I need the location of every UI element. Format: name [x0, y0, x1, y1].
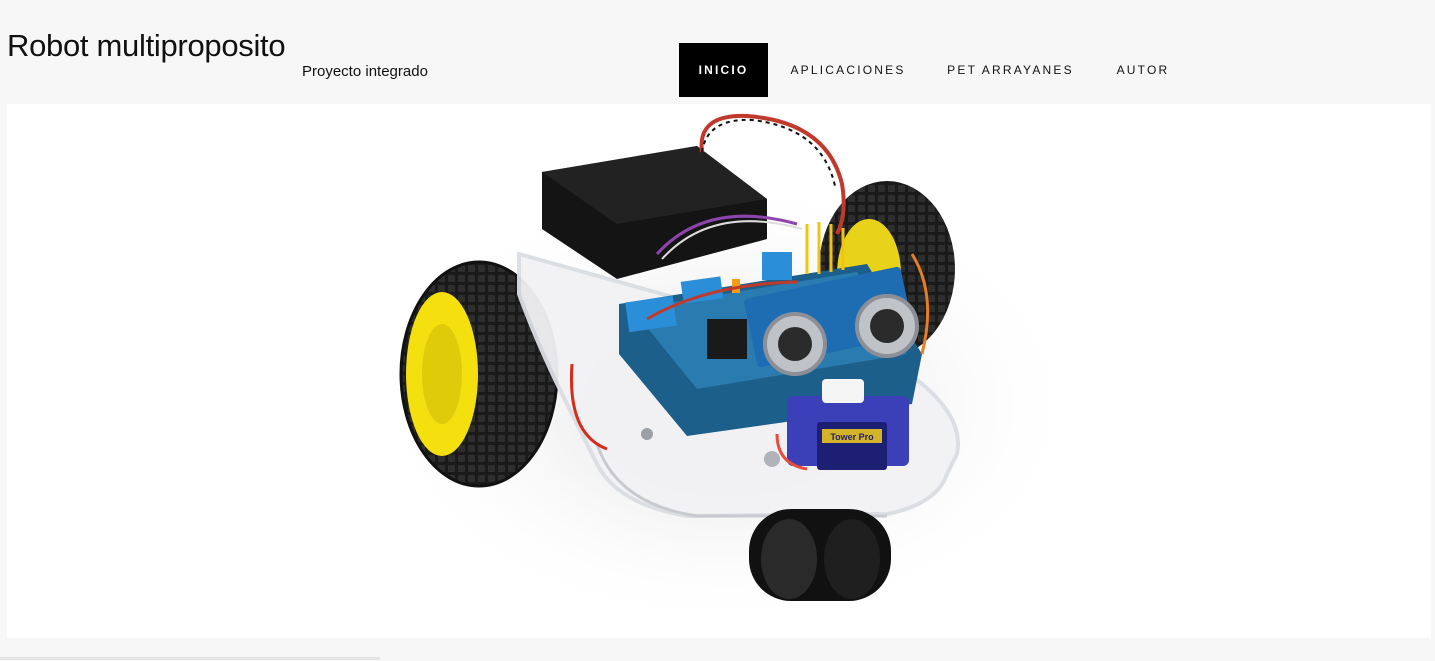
hero-image: Tower Pro: [7, 104, 1431, 638]
nav-item-aplicaciones[interactable]: APLICACIONES: [768, 43, 928, 97]
page-scroll-indicator: [0, 657, 380, 660]
site-header: Robot multiproposito Proyecto integrado …: [0, 0, 1435, 104]
nav-item-inicio[interactable]: INICIO: [679, 43, 768, 97]
nav-item-autor[interactable]: AUTOR: [1093, 43, 1193, 97]
servo-label: Tower Pro: [830, 432, 874, 442]
robot-car-illustration: Tower Pro: [367, 113, 1087, 634]
caster-wheel: [749, 509, 891, 601]
main-nav: INICIO APLICACIONES PET ARRAYANES AUTOR: [679, 43, 1193, 97]
site-subtitle: Proyecto integrado: [302, 63, 428, 80]
nav-item-pet-arrayanes[interactable]: PET ARRAYANES: [928, 43, 1093, 97]
site-title[interactable]: Robot multiproposito: [7, 28, 286, 64]
